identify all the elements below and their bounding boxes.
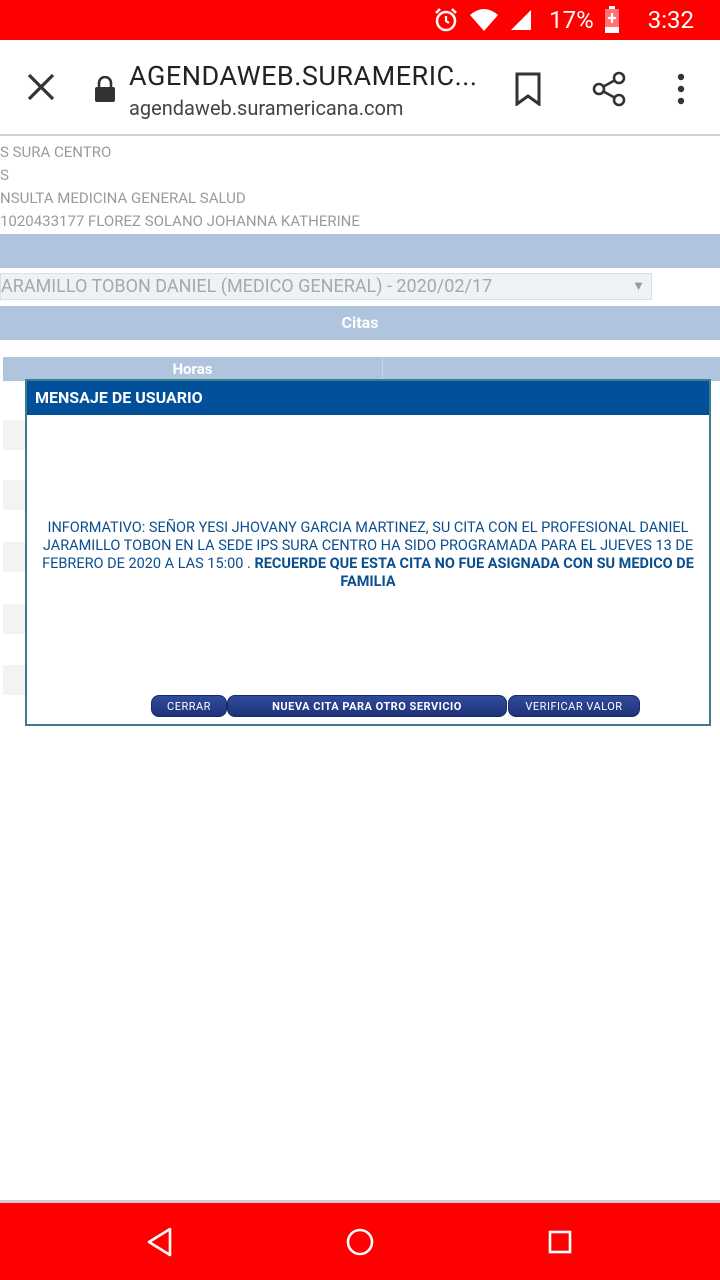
recents-icon[interactable] [543, 1225, 577, 1259]
wifi-icon [470, 9, 499, 31]
dialog-message: INFORMATIVO: SEÑOR YESI JHOVANY GARCIA M… [27, 519, 709, 591]
alarm-icon [435, 8, 458, 32]
dropdown-arrow-icon: ▼ [632, 279, 645, 294]
dialog-title: MENSAJE DE USUARIO [27, 381, 709, 415]
section-band [0, 234, 720, 268]
more-vert-icon[interactable] [670, 72, 692, 106]
page-url: agendaweb.suramericana.com [129, 96, 404, 120]
horas-table-header: Horas [3, 357, 720, 381]
battery-percent: 17% [549, 6, 594, 34]
user-message-dialog: MENSAJE DE USUARIO INFORMATIVO: SEÑOR YE… [25, 379, 711, 726]
clock: 3:32 [647, 6, 694, 34]
status-bar: 17% 3:32 [0, 0, 720, 40]
table-row [3, 542, 25, 572]
citas-header: Citas [0, 306, 720, 340]
info-line-service: NSULTA MEDICINA GENERAL SALUD [0, 189, 246, 207]
browser-toolbar: AGENDAWEB.SURAMERIC... agendaweb.suramer… [0, 40, 720, 136]
page-title: AGENDAWEB.SURAMERIC... [129, 60, 478, 92]
dialog-message-warning: RECUERDE QUE ESTA CITA NO FUE ASIGNADA C… [254, 555, 694, 590]
doctor-select-value: ARAMILLO TOBON DANIEL (MEDICO GENERAL) -… [1, 276, 493, 297]
battery-charging-icon [604, 6, 619, 33]
bookmark-icon[interactable] [512, 72, 544, 106]
close-button[interactable]: CERRAR [151, 695, 227, 717]
table-row [3, 665, 25, 695]
home-icon[interactable] [343, 1225, 377, 1259]
info-line-type: S [0, 166, 9, 184]
horas-column-header: Horas [3, 357, 383, 381]
table-row [3, 420, 25, 450]
table-row [3, 604, 25, 634]
share-icon[interactable] [590, 70, 628, 108]
doctor-select[interactable]: ARAMILLO TOBON DANIEL (MEDICO GENERAL) -… [0, 273, 652, 300]
info-line-sede: S SURA CENTRO [0, 143, 112, 161]
lock-icon [95, 76, 115, 102]
info-line-patient: 1020433177 FLOREZ SOLANO JOHANNA KATHERI… [0, 212, 360, 230]
signal-icon [511, 10, 532, 30]
close-icon[interactable] [24, 70, 58, 104]
verify-value-button[interactable]: VERIFICAR VALOR [508, 695, 640, 717]
status-icons: 17% 3:32 [433, 0, 694, 40]
new-appointment-button[interactable]: NUEVA CITA PARA OTRO SERVICIO [227, 695, 507, 717]
back-icon[interactable] [143, 1225, 177, 1259]
navigation-bar [0, 1200, 720, 1280]
table-row [3, 480, 25, 510]
